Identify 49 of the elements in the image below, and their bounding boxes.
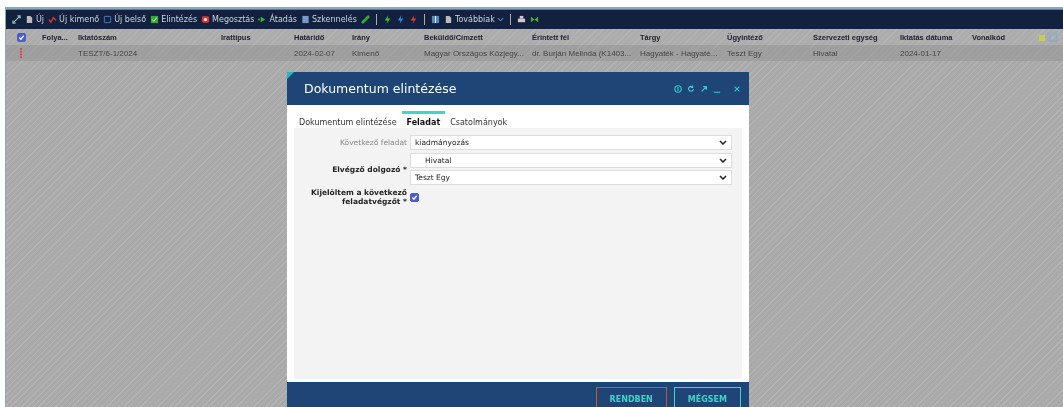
checkbox[interactable]: [410, 192, 419, 202]
table-cell: Hivatal: [813, 48, 838, 58]
toolbar-icon-button[interactable]: [12, 15, 21, 24]
toolbar-icon-button[interactable]: [430, 15, 440, 24]
document-icon: [25, 15, 34, 24]
table-cell: dr. Burján Melinda (K1403...: [532, 48, 632, 58]
tab[interactable]: Csatolmányok: [445, 111, 513, 128]
close-icon[interactable]: [733, 84, 741, 93]
arrow-icon: [258, 15, 268, 24]
info-icon[interactable]: [674, 84, 682, 93]
toolbar-button[interactable]: Elintézés: [150, 15, 198, 24]
cancel-button[interactable]: MÉGSEM: [673, 387, 741, 407]
toolbar-button[interactable]: Szkennelés: [300, 15, 357, 24]
document-icon: [443, 15, 453, 24]
toolbar-button[interactable]: Továbbiak: [443, 15, 504, 24]
chevron-down-icon: [719, 175, 727, 180]
toolbar-button[interactable]: Átadás: [258, 15, 297, 24]
table-cell: Magyar Országos Közjegy...: [424, 48, 524, 58]
eye-icon: [201, 15, 211, 24]
toolbar-button[interactable]: Megosztás: [201, 15, 255, 24]
export-icon: [529, 15, 539, 24]
ok-button[interactable]: RENDBEN: [595, 387, 667, 407]
table-row[interactable]: TESZT/6-1/2024 2024-02-07 Kimenő Magyar Országos Közjegy... dr. Burján Melinda (K1403... Hagyaték - Hagyaté... Teszt Egy Hivatal 2024-01-17: [6, 45, 1063, 61]
caret-icon: [496, 17, 504, 22]
table-cell: Kimenő: [352, 48, 380, 58]
toolbar-button[interactable]: Új belső: [103, 15, 147, 24]
square-icon: [103, 15, 113, 24]
expand-icon: [12, 15, 21, 24]
toolbar-button[interactable]: Új: [25, 15, 45, 24]
table-cell: Hagyaték - Hagyaté...: [640, 48, 718, 58]
toolbar-button[interactable]: Új kimenő: [48, 15, 100, 24]
dialog-title: Dokumentum elintézése: [304, 81, 457, 96]
table-cell: 2024-02-07: [294, 48, 335, 58]
chevron-down-icon: [719, 140, 727, 145]
table-cell: TESZT/6-1/2024: [78, 48, 138, 58]
external-link-icon[interactable]: [700, 84, 708, 93]
toolbar-icon-button[interactable]: [529, 15, 539, 24]
table-cell: Teszt Egy: [727, 48, 762, 58]
toolbar-icon-button[interactable]: [516, 15, 526, 24]
chevron-down-icon: [719, 158, 727, 163]
select-all-checkbox[interactable]: [16, 32, 26, 42]
table-cell: 2024-01-17: [900, 48, 941, 58]
columns-icon: [430, 15, 440, 24]
tab[interactable]: Dokumentum elintézése: [294, 111, 402, 128]
checkbox-icon: [150, 15, 160, 24]
toolbar-icon-button[interactable]: [382, 15, 392, 24]
refresh-icon[interactable]: [687, 84, 695, 93]
printer-icon: [516, 15, 526, 24]
scanner-icon: [300, 15, 310, 24]
